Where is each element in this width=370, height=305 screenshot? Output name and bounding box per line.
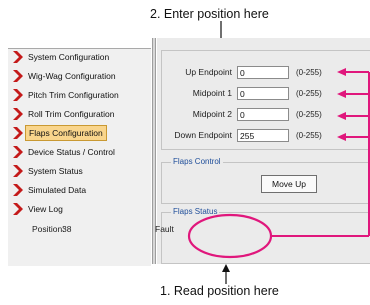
enter-position-annotation: 2. Enter position here — [150, 7, 269, 21]
down-endpoint-range: (0-255) — [296, 131, 322, 140]
midpoint-1-label: Midpoint 1 — [192, 88, 232, 98]
up-endpoint-input[interactable] — [237, 66, 289, 79]
midpoint-2-label: Midpoint 2 — [192, 109, 232, 119]
sidebar-item-view-log[interactable]: View Log — [8, 201, 151, 217]
midpoint-2-range: (0-255) — [296, 110, 322, 119]
up-arrow-icon — [222, 264, 230, 284]
chevron-right-icon — [13, 89, 23, 101]
sidebar-item-roll-trim-configuration[interactable]: Roll Trim Configuration — [8, 106, 151, 122]
sidebar-item-label: Roll Trim Configuration — [28, 109, 115, 119]
sidebar-item-label: Simulated Data — [28, 185, 87, 195]
read-position-annotation: 1. Read position here — [160, 284, 279, 298]
sidebar-item-label: Flaps Configuration — [25, 125, 107, 141]
down-endpoint-input[interactable] — [237, 129, 289, 142]
sidebar-item-label: Wig-Wag Configuration — [28, 71, 116, 81]
chevron-right-icon — [13, 203, 23, 215]
flaps-status-title: Flaps Status — [171, 207, 220, 216]
down-endpoint-label: Down Endpoint — [174, 130, 232, 140]
midpoint-1-input[interactable] — [237, 87, 289, 100]
fault-label: Fault — [155, 224, 174, 234]
sidebar-item-label: Device Status / Control — [28, 147, 115, 157]
position-value: 38 — [62, 224, 72, 234]
sidebar-item-simulated-data[interactable]: Simulated Data — [8, 182, 151, 198]
flaps-control-title: Flaps Control — [171, 157, 223, 166]
sidebar-item-label: Pitch Trim Configuration — [28, 90, 119, 100]
sidebar-item-flaps-configuration[interactable]: Flaps Configuration — [8, 125, 151, 141]
midpoint-2-input[interactable] — [237, 108, 289, 121]
chevron-right-icon — [13, 146, 23, 158]
sidebar-item-label: System Configuration — [28, 52, 110, 62]
chevron-right-icon — [13, 51, 23, 63]
chevron-right-icon — [13, 165, 23, 177]
sidebar-item-label: View Log — [28, 204, 63, 214]
sidebar-nav: System Configuration Wig-Wag Configurati… — [8, 48, 151, 266]
chevron-right-icon — [13, 127, 23, 139]
sidebar-item-wig-wag-configuration[interactable]: Wig-Wag Configuration — [8, 68, 151, 84]
sidebar-item-label: System Status — [28, 166, 83, 176]
up-endpoint-label: Up Endpoint — [185, 67, 232, 77]
chevron-right-icon — [13, 108, 23, 120]
sidebar-item-system-configuration[interactable]: System Configuration — [8, 49, 151, 65]
chevron-right-icon — [13, 184, 23, 196]
position-label: Position: — [32, 224, 65, 234]
move-up-button[interactable]: Move Up — [261, 175, 317, 193]
flaps-status-group: Flaps Status — [161, 207, 370, 264]
sidebar-item-system-status[interactable]: System Status — [8, 163, 151, 179]
midpoint-1-range: (0-255) — [296, 89, 322, 98]
chevron-right-icon — [13, 70, 23, 82]
up-endpoint-range: (0-255) — [296, 68, 322, 77]
sidebar-item-device-status-control[interactable]: Device Status / Control — [8, 144, 151, 160]
sidebar-item-pitch-trim-configuration[interactable]: Pitch Trim Configuration — [8, 87, 151, 103]
flaps-config-panel: Up Endpoint (0-255) Midpoint 1 (0-255) M… — [157, 38, 370, 264]
